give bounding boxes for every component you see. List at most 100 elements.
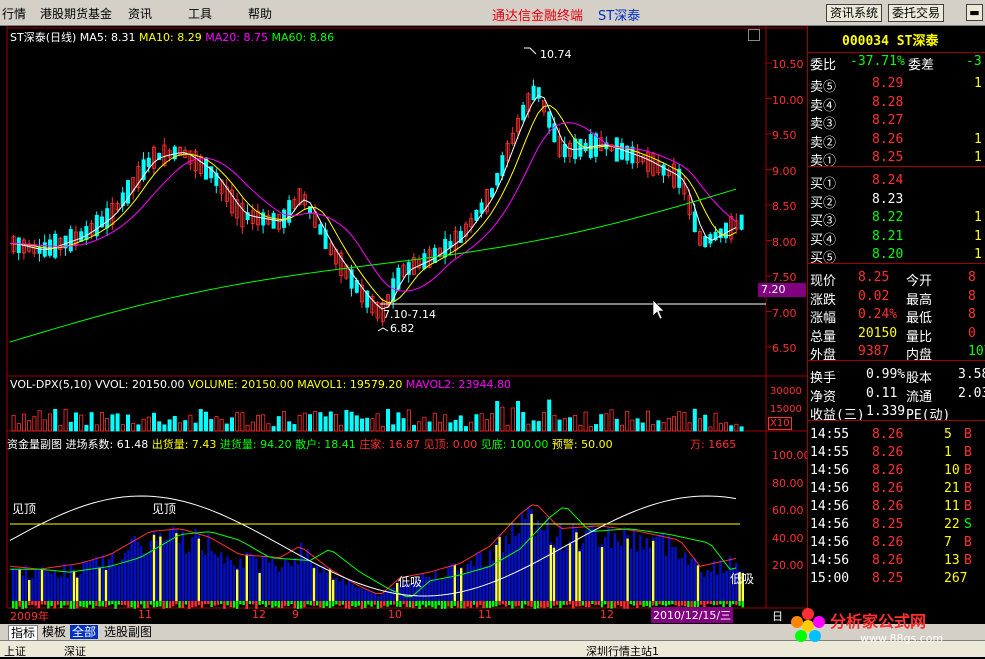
fund-bar-bottom	[88, 601, 92, 605]
weibi-label: 委比	[810, 58, 837, 73]
stat-value: 9387	[858, 344, 890, 359]
fund-bar-bottom	[658, 601, 661, 605]
fund-bar-blue	[322, 566, 325, 601]
bid-price: 8.22	[872, 210, 904, 225]
fund-bar-bottom	[287, 601, 290, 607]
menu-item-tools[interactable]: 工具	[188, 5, 212, 22]
fund-bar-blue	[645, 538, 648, 601]
volume-bar	[495, 400, 500, 432]
fund-bar-blue	[338, 581, 341, 601]
fund-bar-blue	[431, 578, 434, 601]
fund-bar-bottom	[204, 601, 207, 605]
fund-bar-bottom	[741, 601, 744, 608]
fund-bar-bottom	[434, 601, 437, 609]
menu-item-hk-futures-funds[interactable]: 港股期货基金	[40, 5, 112, 22]
menu-item-help[interactable]: 帮助	[248, 5, 272, 22]
ask-price: 8.25	[872, 150, 904, 165]
fund-bar-bottom	[136, 601, 140, 608]
volume-unit: X10	[768, 417, 792, 430]
fund-bar-blue	[514, 536, 517, 601]
fund-bar-yellow	[197, 538, 200, 601]
fund-bar-blue	[24, 565, 28, 601]
bid-price: 8.24	[872, 173, 904, 188]
fund-bar-blue	[517, 533, 520, 601]
trade-button[interactable]: 委托交易	[888, 4, 945, 22]
bid-price: 8.20	[872, 247, 904, 262]
fund-bar-yellow	[600, 547, 604, 601]
tick-direction: B	[964, 481, 972, 496]
fund-bar-blue	[248, 552, 252, 601]
fund-bar-bottom	[261, 601, 264, 605]
fund-bar-blue	[31, 578, 34, 601]
menu-item-news[interactable]: 资讯	[128, 5, 152, 22]
fund-bar-bottom	[600, 601, 604, 608]
tab-all[interactable]: 全部	[70, 625, 99, 639]
fund-bar-bottom	[210, 601, 213, 607]
menu-item-quotes[interactable]: 行情	[2, 5, 26, 22]
fund-bar-blue	[37, 569, 40, 601]
ma20-label: MA20: 8.75	[205, 31, 268, 44]
fund-bar-bottom	[386, 601, 389, 607]
tab-stock-selector[interactable]: 选股副图	[102, 625, 154, 639]
volume-bar	[151, 412, 156, 432]
fund-bar-yellow	[236, 569, 239, 601]
tab-templates[interactable]: 模板	[40, 625, 68, 639]
fund-bar-blue	[373, 593, 376, 601]
chart-settings-icon[interactable]	[748, 29, 760, 41]
fund-bar-blue	[306, 549, 309, 601]
minimize-icon[interactable]: ▬	[966, 4, 983, 21]
fund-bottom: 见底: 100.00	[480, 438, 549, 451]
fund-buy: 进货量: 94.20	[219, 438, 292, 451]
fund-bar-bottom	[351, 601, 354, 607]
tick-direction: S	[964, 517, 972, 532]
fund-bar-bottom	[252, 601, 255, 605]
fund-bar-bottom	[239, 601, 242, 605]
info-system-button[interactable]: 资讯系统	[826, 4, 883, 22]
tick-price: 8.26	[872, 553, 904, 568]
fund-bar-bottom	[716, 601, 719, 606]
fin-value-2: 3.58	[958, 367, 985, 382]
candle-body	[16, 237, 21, 253]
volume-bar	[516, 400, 521, 432]
fund-bar-blue	[690, 558, 693, 601]
candle-body	[578, 139, 583, 157]
fund-bar-blue	[140, 546, 143, 601]
fund-bar-blue	[60, 576, 63, 601]
tick-price: 8.26	[872, 463, 904, 478]
volume-bar	[68, 421, 73, 432]
fund-bar-yellow	[696, 565, 700, 601]
fund-bar-bottom	[104, 601, 108, 607]
fund-bar-bottom	[274, 601, 277, 607]
fund-bar-bottom	[85, 601, 88, 608]
fund-tick: 20.00	[772, 559, 804, 572]
fund-bar-yellow	[98, 567, 101, 601]
candle-body	[500, 155, 505, 177]
logo-url: www.88gs.com	[860, 632, 944, 645]
volume-label: VOLUME: 20150.00	[187, 378, 294, 391]
tab-indicators[interactable]: 指标	[8, 625, 39, 641]
time-label-12b: 12	[600, 608, 614, 621]
fund-bar-bottom	[335, 601, 338, 605]
fund-bar-bottom	[124, 601, 127, 606]
volume-bar	[224, 423, 229, 432]
fund-bar-bottom	[111, 601, 114, 605]
fund-bar-bottom	[671, 601, 674, 605]
fund-bar-blue	[348, 579, 351, 601]
fund-bar-bottom	[424, 601, 428, 608]
fund-bar-blue	[277, 571, 280, 601]
fund-bar-bottom	[50, 601, 53, 607]
fund-bar-blue	[661, 534, 664, 601]
fund-bar-blue	[370, 592, 373, 601]
fund-bar-bottom	[159, 601, 162, 607]
fund-bar-bottom	[437, 601, 440, 606]
candle-body	[521, 105, 526, 121]
fund-bar-blue	[360, 588, 364, 601]
fund-bar-bottom	[504, 601, 508, 607]
fund-bar-blue	[543, 530, 546, 601]
fund-bar-bottom	[636, 601, 639, 609]
fund-bar-bottom	[565, 601, 568, 606]
fund-bar-blue	[636, 551, 639, 601]
tick-price: 8.25	[872, 517, 904, 532]
fund-bar-bottom	[95, 601, 98, 607]
fund-bar-bottom	[485, 601, 488, 608]
